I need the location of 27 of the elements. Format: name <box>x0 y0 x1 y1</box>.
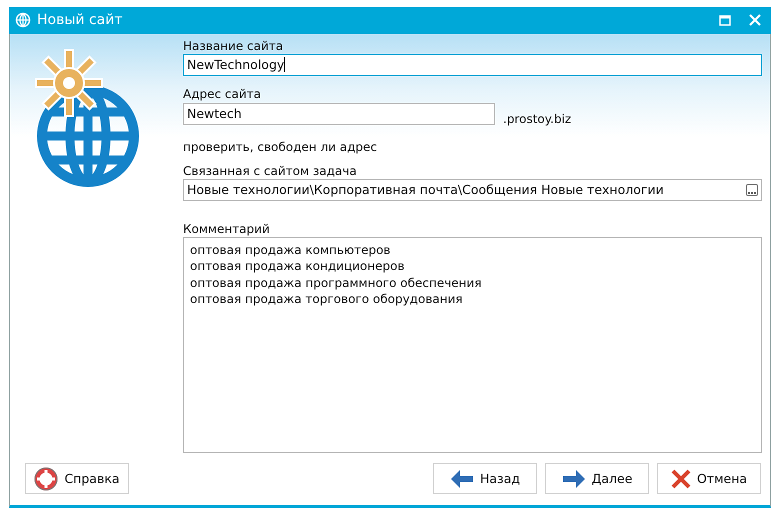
field-label: Связанная с сайтом задача <box>183 162 358 179</box>
cancel-button[interactable]: Отмена <box>657 463 761 494</box>
comment-field[interactable]: оптовая продажа компьютеров оптовая продажа кондиционеров оптовая продажа программного обеспечения оптовая продажа торгового оборудования <box>183 236 762 453</box>
field-label: Адрес сайта <box>183 86 262 102</box>
back-button[interactable]: Назад <box>433 463 537 494</box>
site-name-field[interactable]: NewTechnology <box>183 54 762 76</box>
arrow-right-icon <box>562 468 586 489</box>
comment-line: оптовая продажа кондиционеров <box>190 258 406 275</box>
help-button[interactable]: Справка <box>25 463 129 494</box>
window-title: Новый сайт <box>37 12 124 28</box>
related-task-field[interactable]: Новые технологии\Корпоративная почта\Сообщения Новые технологии <box>183 178 762 201</box>
lifebuoy-icon <box>34 466 58 491</box>
comment-line: оптовая продажа компьютеров <box>190 242 392 258</box>
next-button[interactable]: Далее <box>545 463 649 494</box>
field-label: Комментарий <box>183 220 271 237</box>
comment-line: оптовая продажа торгового оборудования <box>190 291 464 308</box>
maximize-icon[interactable] <box>719 14 731 26</box>
comment-line: оптовая продажа программного обеспечения <box>190 274 483 292</box>
domain-suffix: .prostoy.biz <box>503 112 572 126</box>
arrow-left-icon <box>450 468 474 489</box>
close-icon <box>670 468 691 489</box>
globe-icon <box>15 12 31 28</box>
field-label: Название сайта <box>183 38 284 54</box>
check-address-link[interactable]: проверить, свободен ли адрес <box>183 140 377 154</box>
close-icon[interactable] <box>749 14 761 26</box>
site-address-field[interactable]: Newtech <box>183 102 495 125</box>
browse-icon[interactable] <box>746 184 758 196</box>
